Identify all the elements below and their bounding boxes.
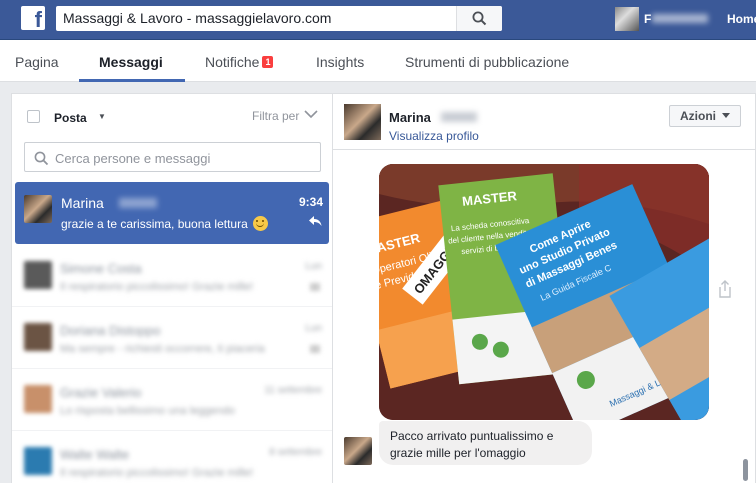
brochures-photo-image: MASTER Operatori Olistici e Previdenza S…: [379, 164, 709, 420]
select-all-checkbox[interactable]: [27, 110, 40, 123]
search-icon: [34, 151, 49, 166]
message-search-placeholder: Cerca persone e messaggi: [55, 151, 211, 166]
tab-messaggi[interactable]: Messaggi: [99, 54, 163, 70]
shared-photo[interactable]: MASTER Operatori Olistici e Previdenza S…: [379, 164, 709, 420]
folder-caret-icon[interactable]: ▼: [98, 112, 106, 121]
inbox-header: Posta ▼ Filtra per: [12, 94, 332, 136]
smiley-emoji-icon: [253, 216, 269, 231]
thread-snippet: Lo risposta bellissimo una leggendo: [60, 405, 235, 417]
thread-time: 8 settembre: [269, 447, 322, 458]
thread-name: Walte Walte: [60, 447, 130, 462]
home-link[interactable]: Home: [727, 12, 756, 26]
thread-item[interactable]: Walte Walte Il respiratorio piccolissimo…: [12, 431, 332, 483]
thread-item[interactable]: Doriana Distoppo Ma sempre - richiesti o…: [12, 307, 332, 369]
page-tabs: Pagina Messaggi Notifiche 1 Insights Stru…: [0, 40, 756, 82]
contact-avatar[interactable]: [344, 104, 381, 140]
tab-insights[interactable]: Insights: [316, 54, 364, 70]
actions-dropdown[interactable]: Azioni: [669, 105, 741, 127]
thread-avatar: [24, 261, 52, 289]
message-avatar: [344, 437, 372, 465]
tab-strumenti[interactable]: Strumenti di pubblicazione: [405, 54, 569, 70]
thread-snippet: grazie a te carissima, buona lettura: [61, 216, 269, 231]
thread-name: Simone Costa: [60, 261, 142, 276]
thread-name: Grazie Valerio: [60, 385, 142, 400]
global-search-value: Massaggi & Lavoro - massaggielavoro.com: [63, 10, 332, 26]
thread-avatar: [24, 447, 52, 475]
contact-name[interactable]: Marina: [389, 110, 431, 125]
thread-avatar: [24, 323, 52, 351]
thread-snippet-text: grazie a te carissima, buona lettura: [61, 217, 248, 231]
top-navigation-bar: f Massaggi & Lavoro - massaggielavoro.co…: [0, 0, 756, 40]
thread-name-redacted: [119, 198, 157, 208]
thread-item[interactable]: Grazie Valerio Lo risposta bellissimo un…: [12, 369, 332, 431]
thread-name: Marina: [61, 195, 104, 211]
thread-time: 11 settembre: [264, 385, 322, 396]
thread-avatar: [24, 195, 52, 223]
view-profile-link[interactable]: Visualizza profilo: [389, 129, 479, 143]
thread-name: Doriana Distoppo: [60, 323, 161, 338]
thread-snippet: Il respiratorio piccolissimo! Grazie mil…: [60, 281, 254, 293]
thread-item-active[interactable]: Marina 9:34 grazie a te carissima, buona…: [15, 182, 329, 244]
notification-badge: 1: [262, 56, 274, 68]
thread-snippet: Ma sempre - richiesti occorrere, ti piac…: [60, 343, 265, 355]
thread-time: Lun: [305, 323, 322, 334]
filter-button[interactable]: Filtra per: [252, 109, 299, 123]
reply-arrow-icon: [309, 216, 322, 226]
caret-down-icon: [722, 113, 730, 118]
thread-time: Lun: [305, 261, 322, 272]
profile-name-redacted: [652, 14, 708, 23]
tab-notifiche[interactable]: Notifiche 1: [205, 54, 274, 70]
tab-notifiche-label: Notifiche: [205, 54, 260, 70]
share-icon[interactable]: [717, 280, 733, 298]
conversation-header: Marina Visualizza profilo Azioni: [333, 94, 755, 150]
scrollbar-thumb[interactable]: [743, 459, 748, 481]
search-icon: [472, 11, 487, 26]
reply-arrow-icon: [310, 283, 320, 291]
message-search-input[interactable]: Cerca persone e messaggi: [24, 142, 321, 172]
tab-pagina[interactable]: Pagina: [15, 54, 59, 70]
chevron-down-icon[interactable]: [304, 109, 318, 119]
reply-arrow-icon: [310, 345, 320, 353]
global-search-input[interactable]: Massaggi & Lavoro - massaggielavoro.com: [56, 6, 502, 31]
facebook-logo-icon[interactable]: f: [21, 6, 45, 32]
active-tab-indicator: [79, 79, 185, 82]
contact-name-redacted: [441, 112, 477, 122]
thread-time: 9:34: [298, 195, 323, 209]
profile-avatar[interactable]: [615, 7, 639, 31]
actions-label: Azioni: [680, 109, 716, 123]
search-button[interactable]: [456, 6, 502, 31]
thread-avatar: [24, 385, 52, 413]
inbox-panel: Posta ▼ Filtra per Cerca persone e messa…: [11, 93, 333, 483]
conversation-panel: Marina Visualizza profilo Azioni MASTER …: [333, 93, 756, 483]
profile-name[interactable]: F: [644, 12, 651, 26]
thread-item[interactable]: Simone Costa Il respiratorio piccolissim…: [12, 245, 332, 307]
message-bubble: Pacco arrivato puntualissimo e grazie mi…: [379, 421, 592, 465]
thread-snippet: Il respiratorio piccolissimo! Grazie mil…: [60, 467, 254, 479]
folder-selector[interactable]: Posta: [54, 111, 87, 125]
